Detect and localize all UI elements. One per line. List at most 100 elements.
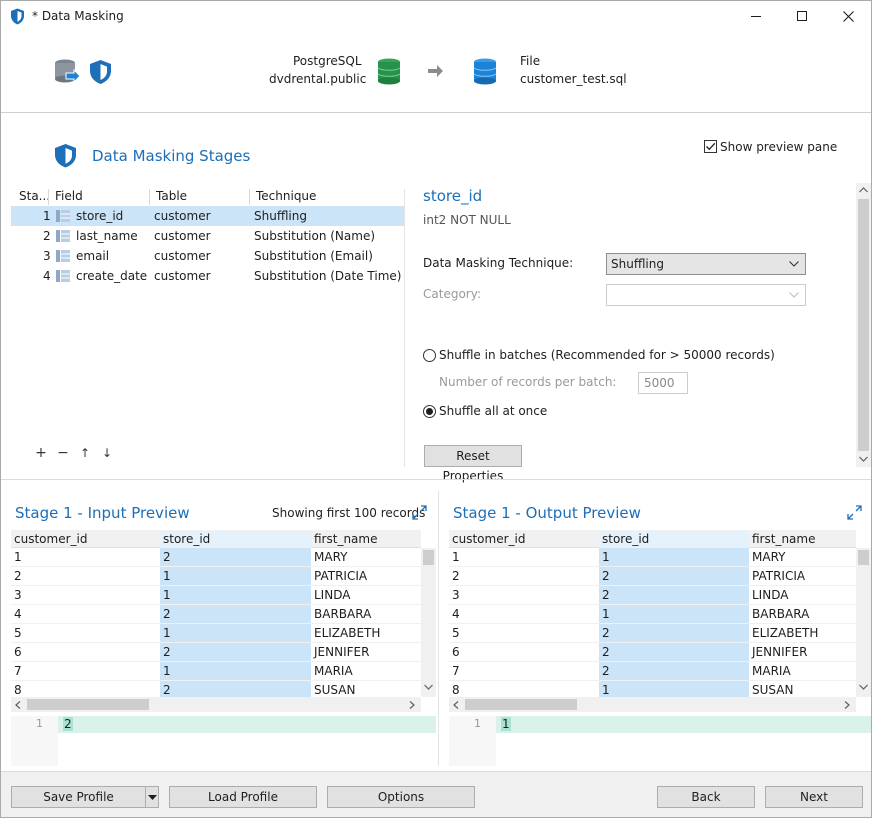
input-col-store-id[interactable]: store_id xyxy=(160,531,311,548)
table-cell[interactable]: JENNIFER xyxy=(749,643,856,662)
save-profile-label: Save Profile xyxy=(43,790,114,804)
col-header-field[interactable]: Field xyxy=(55,189,83,206)
show-preview-checkbox[interactable] xyxy=(704,140,717,153)
properties-scroll-thumb[interactable] xyxy=(858,199,869,451)
table-cell[interactable]: MARIA xyxy=(311,662,421,681)
shuffle-all-radio[interactable] xyxy=(423,405,436,418)
col-header-table[interactable]: Table xyxy=(156,189,187,206)
stage-row[interactable]: 3 email customer Substitution (Email) xyxy=(11,246,404,266)
add-stage-button[interactable]: + xyxy=(33,445,49,461)
scroll-left-icon[interactable] xyxy=(15,701,21,709)
technique-dropdown[interactable]: Shuffling xyxy=(606,253,806,275)
output-col-store-id[interactable]: store_id xyxy=(599,531,749,548)
output-col-customer-id[interactable]: customer_id xyxy=(449,531,599,548)
table-cell[interactable]: 1 xyxy=(599,548,749,567)
output-value-editor[interactable]: 1 xyxy=(501,717,511,731)
table-cell[interactable]: 3 xyxy=(11,586,160,605)
table-cell[interactable]: 2 xyxy=(599,586,749,605)
col-header-technique[interactable]: Technique xyxy=(256,189,316,206)
table-cell[interactable]: PATRICIA xyxy=(311,567,421,586)
table-cell[interactable]: LINDA xyxy=(749,586,856,605)
close-icon xyxy=(843,11,854,22)
show-preview-label[interactable]: Show preview pane xyxy=(720,140,837,154)
shuffle-batches-radio[interactable] xyxy=(423,349,436,362)
table-cell[interactable]: MARY xyxy=(749,548,856,567)
table-cell[interactable]: 6 xyxy=(11,643,160,662)
properties-scrollbar[interactable] xyxy=(856,183,871,467)
expand-icon[interactable] xyxy=(412,505,427,520)
output-preview-hscroll[interactable] xyxy=(449,697,856,712)
output-col-first-name[interactable]: first_name xyxy=(749,531,856,548)
table-cell[interactable]: PATRICIA xyxy=(749,567,856,586)
table-cell[interactable]: JENNIFER xyxy=(311,643,421,662)
table-cell[interactable]: 5 xyxy=(11,624,160,643)
input-col-customer-id[interactable]: customer_id xyxy=(11,531,160,548)
maximize-button[interactable] xyxy=(779,1,825,32)
table-cell[interactable]: 1 xyxy=(449,548,599,567)
table-cell[interactable]: 2 xyxy=(160,605,311,624)
input-value-editor[interactable]: 2 xyxy=(63,717,73,731)
table-cell[interactable]: 4 xyxy=(11,605,160,624)
close-button[interactable] xyxy=(825,1,871,32)
table-cell[interactable]: 6 xyxy=(449,643,599,662)
table-cell[interactable]: BARBARA xyxy=(749,605,856,624)
scroll-down-icon[interactable] xyxy=(424,684,433,690)
stage-row[interactable]: 1 store_id customer Shuffling xyxy=(11,206,404,226)
table-cell[interactable]: 1 xyxy=(160,662,311,681)
table-cell[interactable]: BARBARA xyxy=(311,605,421,624)
table-cell[interactable]: MARIA xyxy=(749,662,856,681)
load-profile-button[interactable]: Load Profile xyxy=(169,786,317,808)
table-cell[interactable]: 4 xyxy=(449,605,599,624)
table-cell[interactable]: ELIZABETH xyxy=(749,624,856,643)
records-per-batch-input[interactable]: 5000 xyxy=(638,372,688,394)
next-button[interactable]: Next xyxy=(765,786,863,808)
scroll-right-icon[interactable] xyxy=(844,701,850,709)
output-preview-vscroll[interactable] xyxy=(856,548,871,697)
table-cell[interactable]: 1 xyxy=(11,548,160,567)
input-preview-hscroll[interactable] xyxy=(11,697,421,712)
table-cell[interactable]: 2 xyxy=(449,567,599,586)
remove-stage-button[interactable]: − xyxy=(55,445,71,461)
move-down-button[interactable]: ↓ xyxy=(99,445,115,461)
table-cell[interactable]: 2 xyxy=(599,662,749,681)
shuffle-all-label[interactable]: Shuffle all at once xyxy=(439,404,547,418)
table-cell[interactable]: LINDA xyxy=(311,586,421,605)
table-cell[interactable]: 1 xyxy=(160,567,311,586)
table-cell[interactable]: ELIZABETH xyxy=(311,624,421,643)
table-cell[interactable]: 1 xyxy=(599,605,749,624)
scroll-down-icon[interactable] xyxy=(859,684,868,690)
dropdown-arrow-icon[interactable] xyxy=(148,795,157,800)
table-cell[interactable]: 2 xyxy=(11,567,160,586)
input-col-first-name[interactable]: first_name xyxy=(311,531,421,548)
options-button[interactable]: Options xyxy=(327,786,475,808)
table-cell[interactable]: 2 xyxy=(599,643,749,662)
table-cell[interactable]: 1 xyxy=(160,624,311,643)
reset-properties-button[interactable]: Reset Properties xyxy=(424,445,522,483)
col-header-stage[interactable]: Sta... xyxy=(19,189,50,206)
scroll-left-icon[interactable] xyxy=(453,701,459,709)
table-cell[interactable]: 7 xyxy=(449,662,599,681)
table-cell[interactable]: 2 xyxy=(599,567,749,586)
expand-icon[interactable] xyxy=(847,505,862,520)
scroll-down-icon[interactable] xyxy=(859,456,868,462)
back-button[interactable]: Back xyxy=(657,786,755,808)
stage-row[interactable]: 2 last_name customer Substitution (Name) xyxy=(11,226,404,246)
table-cell[interactable]: 5 xyxy=(449,624,599,643)
scroll-right-icon[interactable] xyxy=(409,701,415,709)
shuffle-batches-label[interactable]: Shuffle in batches (Recommended for > 50… xyxy=(439,348,775,362)
scroll-up-icon[interactable] xyxy=(859,187,868,193)
save-profile-button[interactable]: Save Profile xyxy=(11,786,159,808)
preview-pane-splitter[interactable] xyxy=(438,491,439,766)
minimize-button[interactable] xyxy=(733,1,779,32)
stage-row[interactable]: 4 create_date customer Substitution (Dat… xyxy=(11,266,404,286)
table-cell[interactable]: 2 xyxy=(160,643,311,662)
table-cell[interactable]: 3 xyxy=(449,586,599,605)
table-cell[interactable]: 2 xyxy=(599,624,749,643)
table-cell[interactable]: 7 xyxy=(11,662,160,681)
move-up-button[interactable]: ↑ xyxy=(77,445,93,461)
category-dropdown[interactable] xyxy=(606,284,806,306)
table-cell[interactable]: MARY xyxy=(311,548,421,567)
input-preview-vscroll[interactable] xyxy=(421,548,436,697)
table-cell[interactable]: 2 xyxy=(160,548,311,567)
table-cell[interactable]: 1 xyxy=(160,586,311,605)
